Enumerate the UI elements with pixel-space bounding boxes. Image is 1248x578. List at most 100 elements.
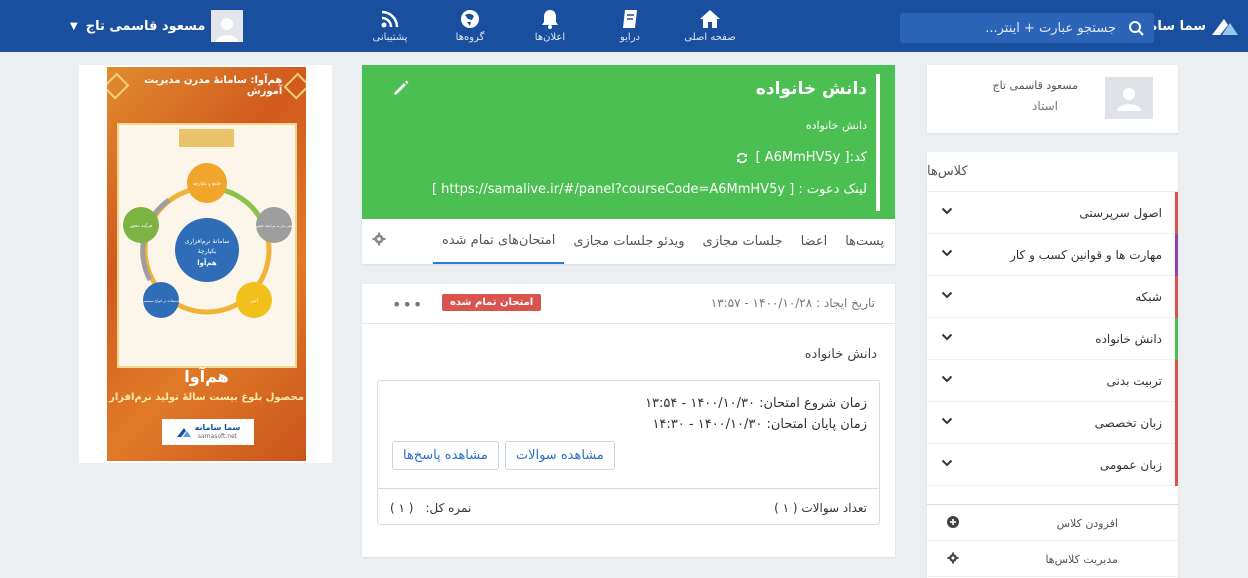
- course-header-card: دانش خانواده دانش خانواده کد:[ A6MmHV5y …: [362, 65, 895, 264]
- promo-title: هم‌آوا: [184, 367, 229, 386]
- class-list-item[interactable]: تربیت بدنی: [927, 360, 1178, 402]
- profile-name: مسعود قاسمی تاج: [992, 79, 1078, 92]
- exam-start-time: زمان شروع امتحان: ۱۴۰۰/۱۰/۳۰ - ۱۳:۵۴: [645, 396, 867, 411]
- tab-virtual-sessions[interactable]: جلسات مجازی: [694, 219, 792, 264]
- score-value: ( ۱ ): [390, 501, 414, 515]
- class-color-stripe: [1175, 402, 1178, 444]
- avatar: [211, 10, 244, 42]
- tab-session-videos[interactable]: ویدئو جلسات مجازی: [564, 219, 693, 264]
- promo-diagram-panel: سامانهٔ نرم‌افزاری یکپارچهٔ هم‌آوا جامع …: [117, 123, 297, 368]
- plus-circle-icon: [947, 516, 959, 528]
- chevron-down-icon[interactable]: [941, 247, 953, 259]
- nav-notifications[interactable]: اعلان‌ها: [510, 8, 590, 48]
- course-tabs: پست‌ها اعضا جلسات مجازی ویدئو جلسات مجاز…: [362, 219, 895, 264]
- class-list-item[interactable]: اصول سرپرستی: [927, 192, 1178, 234]
- promo-node-4: قابل استفاده در انواع سیستم‌عامل: [136, 299, 187, 303]
- add-class-button[interactable]: افزودن کلاس: [927, 505, 1178, 541]
- chevron-down-icon[interactable]: [941, 373, 953, 385]
- class-list-item[interactable]: زبان تخصصی: [927, 402, 1178, 444]
- class-list-item[interactable]: زبان عمومی: [927, 444, 1178, 486]
- course-title: دانش خانواده: [755, 79, 867, 99]
- class-list-item[interactable]: شبکه: [927, 276, 1178, 318]
- nav-drive-label: درایو: [619, 32, 640, 43]
- class-actions: افزودن کلاس مدیریت کلاس‌ها: [927, 504, 1178, 577]
- chevron-down-icon[interactable]: [941, 205, 953, 217]
- groups-icon: [461, 10, 479, 28]
- course-subtitle: دانش خانواده: [805, 119, 867, 132]
- chevron-down-icon[interactable]: [941, 289, 953, 301]
- user-menu[interactable]: ▼ مسعود قاسمی تاج: [70, 10, 244, 42]
- exam-times: زمان شروع امتحان: ۱۴۰۰/۱۰/۳۰ - ۱۳:۵۴ زما…: [645, 393, 867, 435]
- course-code: کد:[ A6MmHV5y ]: [735, 150, 867, 165]
- promo-logo-text: سما سامانه: [194, 423, 241, 432]
- class-label: زبان تخصصی: [1094, 416, 1162, 430]
- tab-members[interactable]: اعضا: [792, 219, 837, 264]
- class-color-stripe: [1175, 444, 1178, 486]
- brand-mark-icon: [176, 428, 191, 437]
- search-input[interactable]: [916, 20, 1116, 36]
- manage-classes-button[interactable]: مدیریت کلاس‌ها: [927, 541, 1178, 577]
- class-list-item[interactable]: دانش خانواده: [927, 318, 1178, 360]
- class-list-item[interactable]: مهارت ها و قوانین کسب و کار: [927, 234, 1178, 276]
- nav-drive[interactable]: درایو: [590, 8, 670, 48]
- class-label: زبان عمومی: [1099, 458, 1162, 472]
- promo-node-5: فرآیند محور: [129, 223, 152, 229]
- nav-groups[interactable]: گروه‌ها: [430, 8, 510, 48]
- tab-finished-exams[interactable]: امتحان‌های تمام شده: [432, 219, 565, 264]
- exam-details-box: زمان شروع امتحان: ۱۴۰۰/۱۰/۳۰ - ۱۳:۵۴ زما…: [377, 380, 880, 525]
- exam-card-header: تاریخ ایجاد : ۱۴۰۰/۱۰/۲۸ - ۱۳:۵۷ امتحان …: [362, 284, 895, 324]
- tab-posts[interactable]: پست‌ها: [836, 219, 893, 264]
- course-code-text: کد:[ A6MmHV5y ]: [755, 150, 867, 165]
- course-accent-bar: [876, 74, 880, 211]
- class-label: شبکه: [1135, 290, 1162, 304]
- view-questions-button[interactable]: مشاهده سوالات: [504, 441, 615, 470]
- question-count: تعداد سوالات ( ۱ ): [774, 501, 867, 515]
- invite-link[interactable]: لینک دعوت : [ https://samalive.ir/#/pane…: [432, 182, 867, 197]
- class-label: تربیت بدنی: [1106, 374, 1163, 388]
- course-banner: دانش خانواده دانش خانواده کد:[ A6MmHV5y …: [362, 65, 895, 219]
- promo-node-1: جامع و یکپارچه: [193, 181, 221, 187]
- promo-center-line-2: یکپارچهٔ: [198, 248, 217, 255]
- profile-role: استاد: [1031, 99, 1058, 113]
- pencil-icon[interactable]: [392, 79, 410, 97]
- search-box: [900, 13, 1154, 43]
- user-silhouette-icon: [216, 18, 239, 42]
- profile-card: مسعود قاسمی تاج استاد: [927, 65, 1178, 133]
- promo-header: هم‌آوا: سامانهٔ مدرن مدیریت آموزش: [107, 67, 306, 105]
- chevron-down-icon[interactable]: [941, 415, 953, 427]
- exam-title: دانش خانواده: [804, 347, 877, 362]
- promo-node-2: کاهش نیاز به مراجعهٔ حضوری: [252, 224, 295, 228]
- classes-panel: کلاس‌ها اصول سرپرستی مهارت ها و قوانین کس…: [927, 152, 1178, 578]
- view-answers-button[interactable]: مشاهده پاسخ‌ها: [392, 441, 499, 470]
- class-list: اصول سرپرستی مهارت ها و قوانین کسب و کار ش…: [927, 192, 1178, 486]
- gear-icon[interactable]: [372, 232, 386, 246]
- chevron-down-icon[interactable]: [941, 331, 953, 343]
- score-label: نمره کل:: [425, 501, 472, 515]
- class-color-stripe: [1175, 318, 1178, 360]
- class-color-stripe: [1175, 192, 1178, 234]
- class-label: دانش خانواده: [1095, 332, 1162, 346]
- rss-icon: [381, 10, 399, 28]
- class-color-stripe: [1175, 360, 1178, 402]
- exam-created-at: تاریخ ایجاد : ۱۴۰۰/۱۰/۲۸ - ۱۳:۵۷: [710, 296, 875, 310]
- search-icon[interactable]: [1128, 20, 1144, 36]
- add-class-label: افزودن کلاس: [1056, 517, 1118, 530]
- more-options-icon[interactable]: •••: [392, 295, 423, 314]
- promo-image: هم‌آوا: سامانهٔ مدرن مدیریت آموزش سامانه…: [107, 67, 306, 461]
- chevron-down-icon: ▼: [70, 20, 78, 32]
- class-color-stripe: [1175, 234, 1178, 276]
- top-navbar: سما سامانه پشتیبانی گروه‌ها: [0, 0, 1248, 52]
- bell-icon: [542, 10, 558, 29]
- home-icon: [700, 10, 720, 28]
- user-name: مسعود قاسمی تاج: [85, 18, 206, 34]
- refresh-icon[interactable]: [735, 151, 749, 165]
- promo-center-line-3: هم‌آوا: [197, 258, 217, 267]
- promo-logo-sub: samasoft.net: [197, 433, 238, 440]
- chevron-down-icon[interactable]: [941, 457, 953, 469]
- nav-support[interactable]: پشتیبانی: [350, 8, 430, 48]
- ornament-icon: [283, 72, 306, 100]
- nav-home[interactable]: صفحه اصلی: [670, 8, 750, 48]
- promo-cycle-diagram: سامانهٔ نرم‌افزاری یکپارچهٔ هم‌آوا جامع …: [123, 163, 296, 318]
- nav-menu: پشتیبانی گروه‌ها اعلان‌ها درایو: [350, 8, 750, 48]
- nav-groups-label: گروه‌ها: [455, 32, 485, 43]
